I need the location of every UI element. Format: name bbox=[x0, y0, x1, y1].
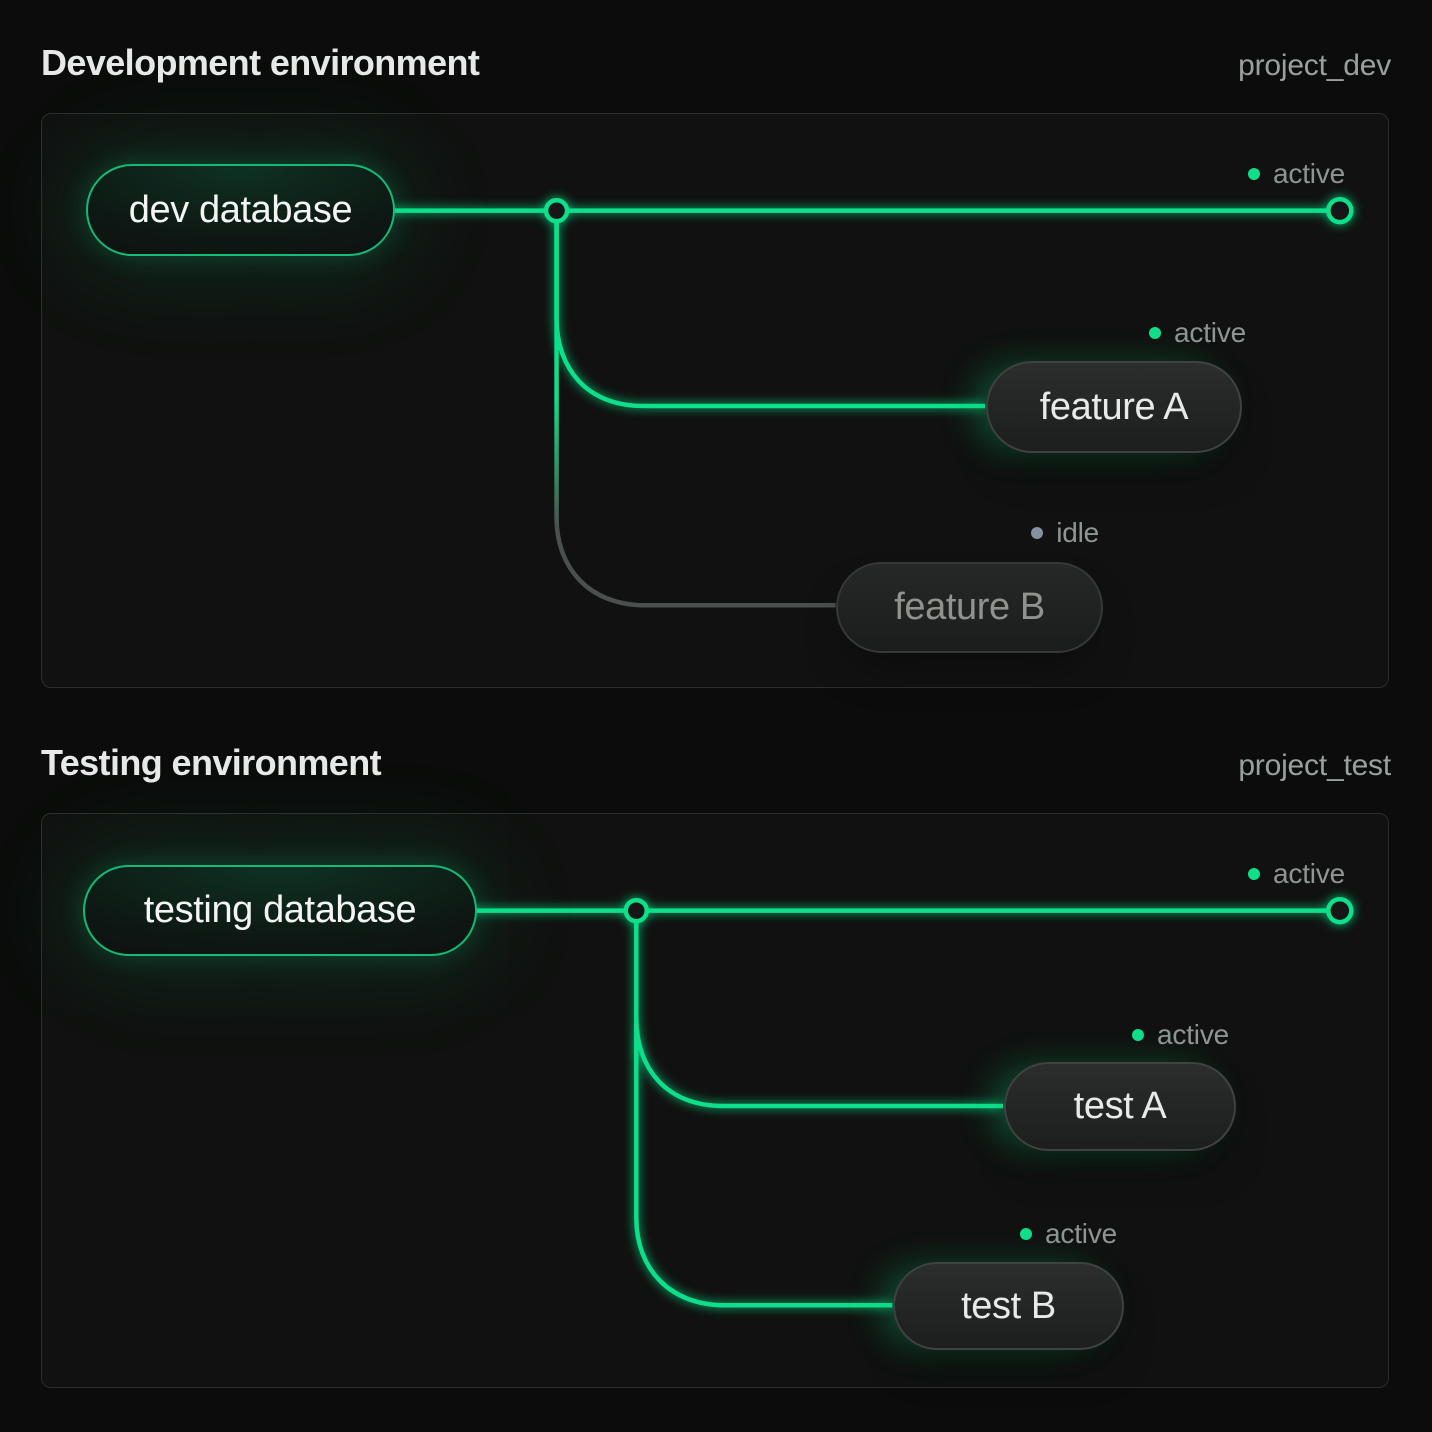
feature-a-node: feature A bbox=[986, 361, 1242, 453]
node-label: testing database bbox=[144, 889, 416, 932]
active-status-dot bbox=[1248, 168, 1260, 180]
active-status-dot bbox=[1248, 868, 1260, 880]
test-env-title: Testing environment bbox=[41, 742, 381, 784]
active-status-dot bbox=[1149, 327, 1161, 339]
test-env-panel: active testing database active test A ac… bbox=[41, 813, 1389, 1388]
node-label: feature A bbox=[1040, 386, 1189, 429]
dev-branch-point-node bbox=[546, 200, 567, 221]
testing-database-node: testing database bbox=[83, 865, 477, 956]
test-project-label: project_test bbox=[1238, 749, 1391, 783]
status-label: idle bbox=[1056, 517, 1099, 549]
active-status-dot bbox=[1132, 1029, 1144, 1041]
status-label: active bbox=[1045, 1218, 1117, 1250]
dev-env-header: Development environment project_dev bbox=[41, 42, 1391, 84]
status-label: active bbox=[1273, 858, 1345, 890]
test-a-status-badge: active bbox=[1132, 1019, 1229, 1051]
node-label: dev database bbox=[129, 189, 352, 232]
feature-b-node: feature B bbox=[836, 562, 1103, 653]
idle-status-dot bbox=[1031, 527, 1043, 539]
feature-b-status-badge: idle bbox=[1031, 517, 1099, 549]
test-env-header: Testing environment project_test bbox=[41, 742, 1391, 784]
dev-project-label: project_dev bbox=[1238, 49, 1391, 83]
dev-root-status-badge: active bbox=[1248, 158, 1345, 190]
dev-branch-head-node bbox=[1328, 199, 1351, 222]
node-label: test B bbox=[961, 1285, 1056, 1328]
dev-database-node: dev database bbox=[86, 164, 395, 256]
test-b-node: test B bbox=[893, 1262, 1124, 1350]
active-status-dot bbox=[1020, 1228, 1032, 1240]
feature-a-status-badge: active bbox=[1149, 317, 1246, 349]
dev-env-title: Development environment bbox=[41, 42, 479, 84]
status-label: active bbox=[1273, 158, 1345, 190]
test-branch-head-node bbox=[1328, 899, 1351, 922]
test-branch-point-node bbox=[626, 900, 647, 921]
feature-a-connector-line bbox=[557, 211, 986, 406]
test-a-connector-line bbox=[636, 911, 1003, 1106]
test-a-node: test A bbox=[1004, 1062, 1236, 1151]
test-root-status-badge: active bbox=[1248, 858, 1345, 890]
status-label: active bbox=[1157, 1019, 1229, 1051]
test-b-status-badge: active bbox=[1020, 1218, 1117, 1250]
node-label: test A bbox=[1074, 1085, 1167, 1128]
node-label: feature B bbox=[894, 586, 1045, 629]
dev-env-panel: active dev database active feature A idl… bbox=[41, 113, 1389, 688]
status-label: active bbox=[1174, 317, 1246, 349]
